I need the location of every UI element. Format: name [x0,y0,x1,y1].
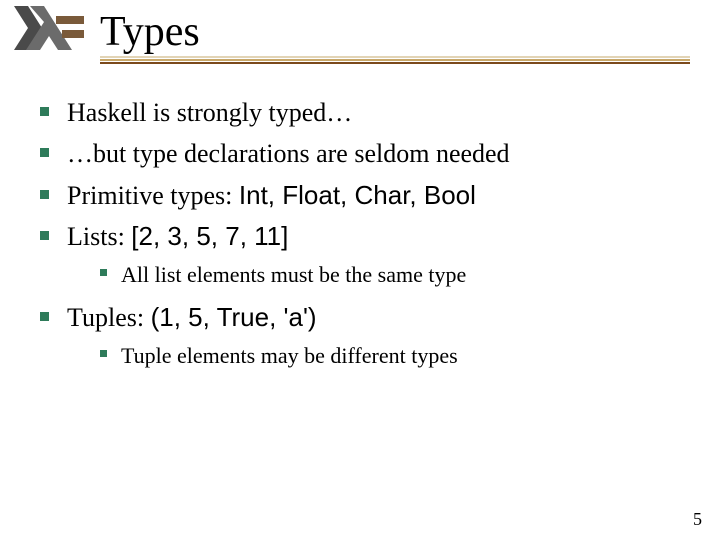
bullet-text: Haskell is strongly typed… [67,96,352,129]
list-subitem: All list elements must be the same type [100,261,690,289]
bullet-text: Tuple elements may be different types [121,342,458,370]
bullet-prefix: Tuples: [67,303,151,332]
bullet-text: Tuples: (1, 5, True, 'a') [67,301,317,334]
code-text: [2, 3, 5, 7, 11] [131,221,288,251]
list-item: Tuples: (1, 5, True, 'a') [40,301,690,334]
bullet-text: …but type declarations are seldom needed [67,137,510,170]
bullet-text: All list elements must be the same type [121,261,466,289]
divider-line [100,59,690,61]
code-text: Int, Float, Char, Bool [239,180,476,210]
slide-body: Haskell is strongly typed… …but type dec… [40,92,690,383]
list-item: Primitive types: Int, Float, Char, Bool [40,179,690,212]
bullet-prefix: Primitive types: [67,181,239,210]
haskell-logo-icon [10,2,88,59]
bullet-icon [40,190,49,199]
bullet-icon [40,148,49,157]
code-text: (1, 5, True, 'a') [151,302,317,332]
bullet-text: Primitive types: Int, Float, Char, Bool [67,179,476,212]
page-number: 5 [693,509,702,530]
bullet-prefix: Lists: [67,222,131,251]
slide-title: Types [100,8,200,56]
bullet-icon [100,269,107,276]
divider-line [100,56,690,58]
bullet-icon [100,350,107,357]
list-item: Haskell is strongly typed… [40,96,690,129]
slide: { "title": "Types", "bullets": { "b1": "… [0,0,720,540]
list-subitem: Tuple elements may be different types [100,342,690,370]
slide-header: Types [0,0,720,68]
divider-line [100,62,690,64]
bullet-icon [40,107,49,116]
list-item: Lists: [2, 3, 5, 7, 11] [40,220,690,253]
bullet-text: Lists: [2, 3, 5, 7, 11] [67,220,288,253]
bullet-icon [40,312,49,321]
list-item: …but type declarations are seldom needed [40,137,690,170]
bullet-icon [40,231,49,240]
